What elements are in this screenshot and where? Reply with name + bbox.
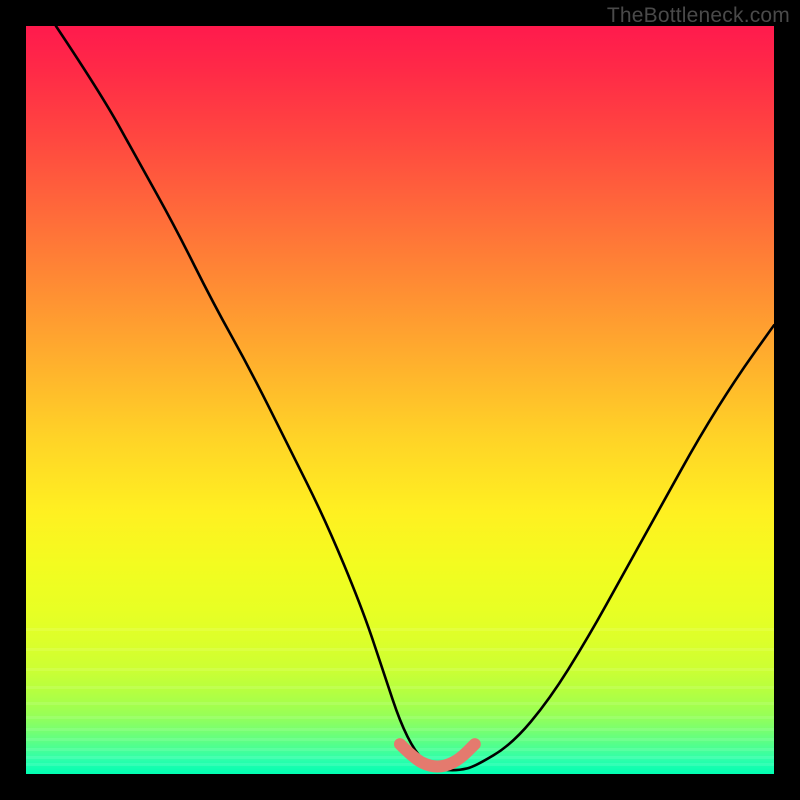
chart-frame: TheBottleneck.com <box>0 0 800 800</box>
bottleneck-curve <box>56 26 774 770</box>
optimal-segment <box>400 744 475 766</box>
watermark-text: TheBottleneck.com <box>607 4 790 28</box>
chart-svg <box>26 26 774 774</box>
